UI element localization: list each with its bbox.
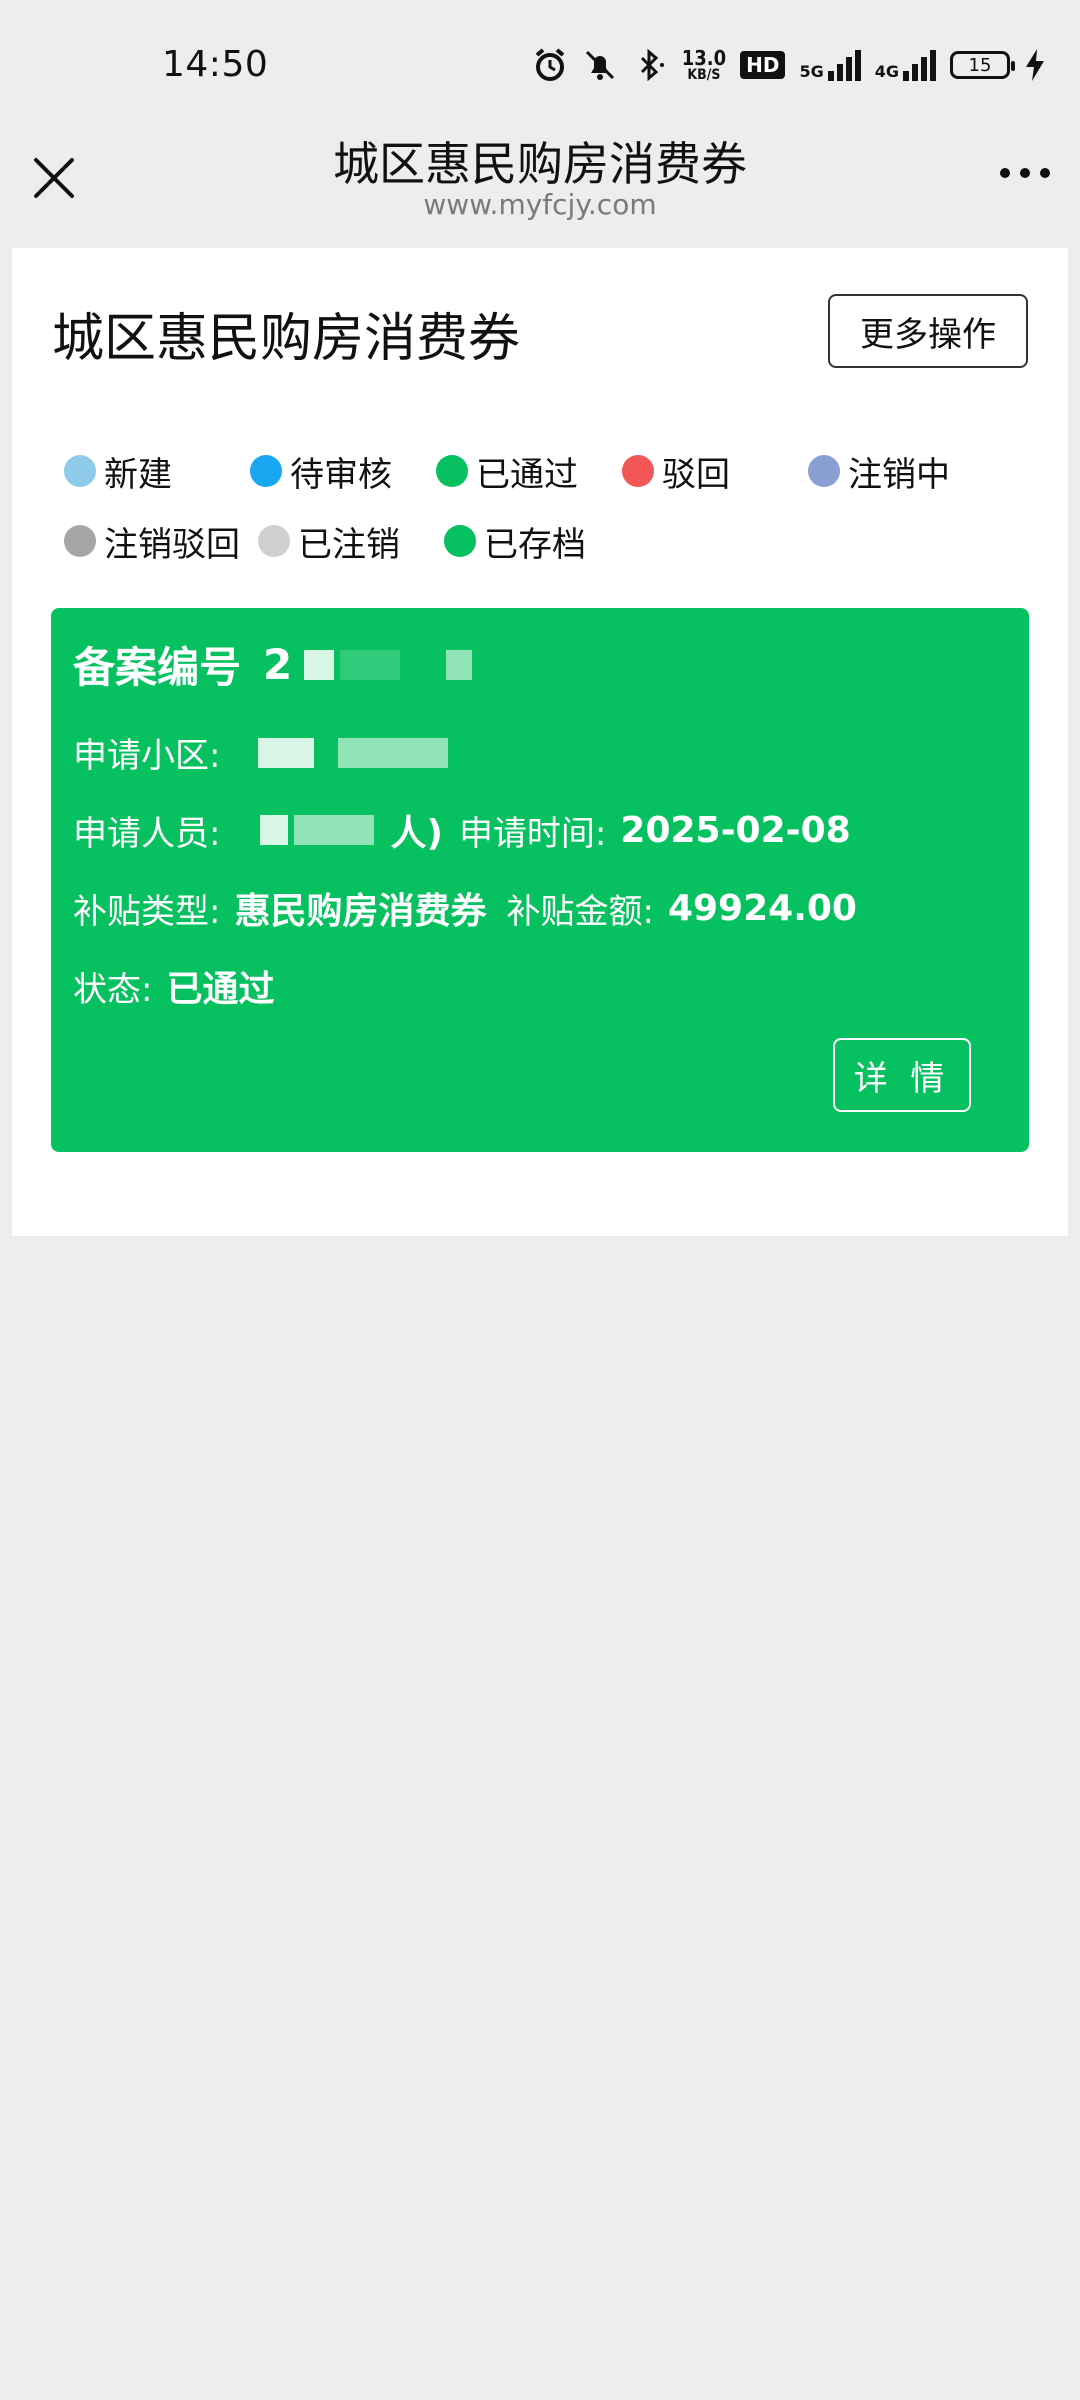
- signal-bars-icon: [903, 49, 936, 81]
- status-label: 状态:: [73, 969, 153, 1010]
- redacted-block: [340, 649, 401, 680]
- bluetooth-icon: [632, 47, 668, 83]
- legend-item-rejected: 驳回: [622, 447, 808, 496]
- battery-icon: 15: [950, 51, 1015, 79]
- subsidy-amount-value: 49924.00: [667, 887, 857, 929]
- record-number-label: 备案编号: [73, 643, 242, 692]
- battery-level: 15: [968, 54, 992, 76]
- alarm-icon: [532, 47, 568, 83]
- legend-label: 注销中: [848, 454, 950, 495]
- status-dot-icon: [444, 525, 476, 557]
- nav-url: www.myfcjy.com: [423, 188, 657, 221]
- status-dot-icon: [436, 455, 468, 487]
- community-label: 申请小区:: [73, 736, 221, 776]
- network-speed-value: 13.0: [681, 46, 727, 70]
- legend-label: 已存档: [484, 524, 586, 565]
- applicant-label: 申请人员:: [73, 813, 221, 854]
- legend-item-pending: 待审核: [250, 447, 436, 496]
- status-bar: 14:50 13.0 KB/S HD 5G 4G 15: [0, 0, 1080, 132]
- applicant-suffix: 人): [390, 813, 443, 854]
- network-speed-unit: KB/S: [687, 67, 721, 83]
- subsidy-amount-label: 补贴金额:: [506, 891, 654, 932]
- status-dot-icon: [64, 455, 96, 487]
- subsidy-type-label: 补贴类型:: [73, 891, 221, 932]
- record-number-value: 2: [263, 640, 293, 689]
- nav-bar: 城区惠民购房消费券 www.myfcjy.com: [0, 120, 1080, 240]
- content-panel: 城区惠民购房消费券 更多操作 新建 待审核 已通过 驳回 注销中 注销驳回 已注…: [12, 248, 1068, 1236]
- more-actions-button[interactable]: 更多操作: [828, 294, 1028, 368]
- legend-row: 注销驳回 已注销 已存档: [64, 506, 1024, 576]
- legend-item-cancelling: 注销中: [808, 447, 994, 496]
- redacted-block: [446, 649, 473, 680]
- redacted-block: [258, 737, 315, 768]
- community-row: 申请小区:: [73, 728, 454, 777]
- status-dot-icon: [64, 525, 96, 557]
- legend-label: 注销驳回: [104, 524, 240, 565]
- redacted-block: [304, 649, 335, 680]
- status-icons: 13.0 KB/S HD 5G 4G 15: [532, 40, 1046, 90]
- legend-item-cancelled: 已注销: [258, 517, 444, 566]
- status-value: 已通过: [166, 969, 275, 1010]
- record-card[interactable]: 备案编号 2 申请小区: 申请人员: 人) 申请时间: 2025-02-08 补…: [51, 608, 1029, 1152]
- redacted-block: [260, 815, 289, 845]
- subsidy-row: 补贴类型: 惠民购房消费券 补贴金额: 49924.00: [73, 882, 857, 934]
- signal-5g-label: 5G: [799, 62, 824, 81]
- charging-icon: [1024, 48, 1046, 82]
- signal-4g: 4G: [875, 49, 936, 81]
- record-number-row: 备案编号 2: [73, 634, 478, 695]
- more-dots-icon: [1040, 168, 1050, 178]
- redacted-block: [294, 815, 375, 845]
- signal-bars-icon: [827, 49, 861, 81]
- apply-time-value: 2025-02-08: [620, 809, 851, 851]
- signal-4g-label: 4G: [874, 62, 899, 81]
- hd-badge: HD: [740, 51, 786, 79]
- legend-label: 已通过: [476, 454, 578, 495]
- legend-label: 已注销: [298, 524, 400, 565]
- signal-5g: 5G: [799, 49, 861, 81]
- status-time: 14:50: [162, 44, 269, 85]
- applicant-row: 申请人员: 人) 申请时间: 2025-02-08: [73, 804, 851, 856]
- more-dots-icon: [1000, 168, 1010, 178]
- legend-row: 新建 待审核 已通过 驳回 注销中: [64, 436, 1024, 506]
- legend-label: 待审核: [290, 454, 392, 495]
- legend-label: 驳回: [662, 454, 730, 495]
- legend-item-cancel-rejected: 注销驳回: [64, 517, 258, 566]
- mute-bell-icon: [582, 47, 618, 83]
- apply-time-label: 申请时间:: [458, 813, 607, 854]
- page-title: 城区惠民购房消费券: [52, 309, 521, 369]
- network-speed: 13.0 KB/S: [682, 48, 726, 82]
- status-legend: 新建 待审核 已通过 驳回 注销中 注销驳回 已注销 已存档: [64, 436, 1024, 576]
- status-row: 状态: 已通过: [73, 960, 274, 1012]
- detail-button[interactable]: 详 情: [833, 1038, 971, 1112]
- redacted-block: [338, 737, 449, 768]
- legend-label: 新建: [104, 454, 172, 495]
- more-dots-icon: [1020, 168, 1030, 178]
- legend-item-archived: 已存档: [444, 517, 630, 566]
- subsidy-type-value: 惠民购房消费券: [234, 891, 487, 932]
- status-dot-icon: [258, 525, 290, 557]
- legend-item-new: 新建: [64, 447, 250, 496]
- more-menu-button[interactable]: [1000, 168, 1050, 178]
- status-dot-icon: [808, 455, 840, 487]
- legend-item-approved: 已通过: [436, 447, 622, 496]
- nav-title: 城区惠民购房消费券: [333, 137, 747, 191]
- status-dot-icon: [250, 455, 282, 487]
- status-dot-icon: [622, 455, 654, 487]
